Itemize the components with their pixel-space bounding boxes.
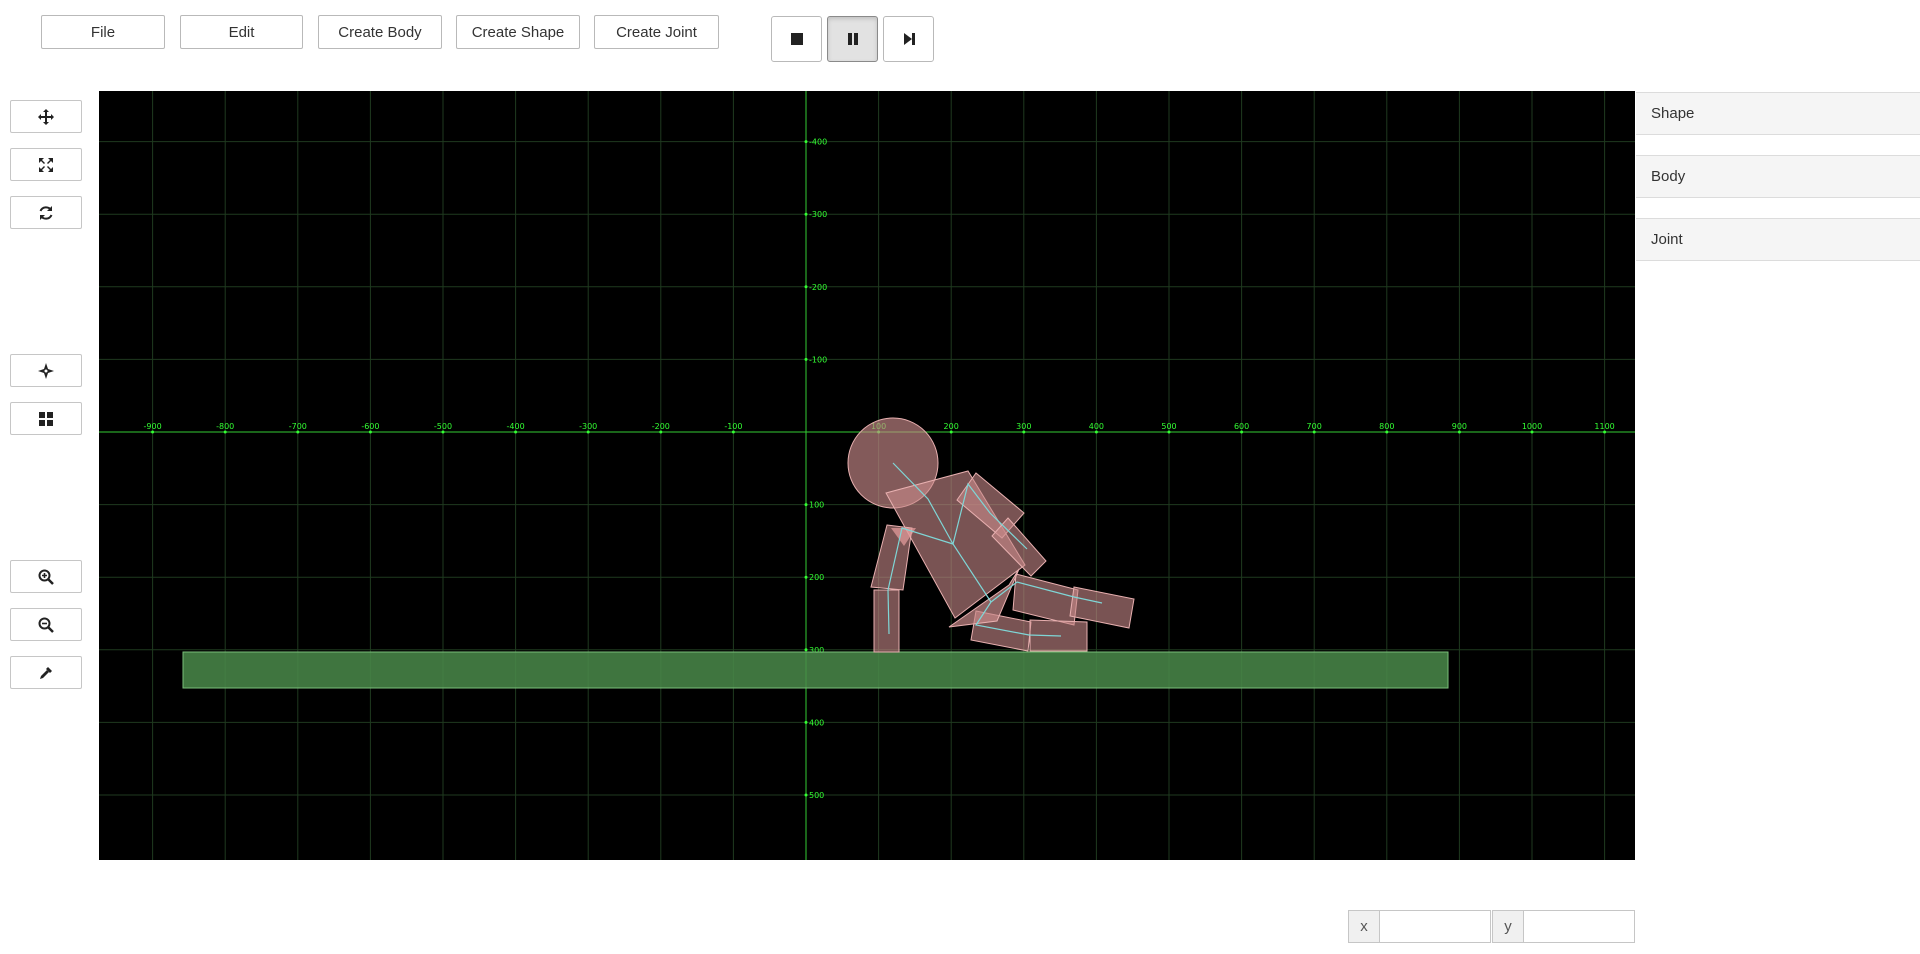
step-forward-icon (903, 33, 915, 45)
y-tick-mark (804, 793, 808, 797)
x-tick-label: 700 (1307, 422, 1322, 431)
x-tick-mark (731, 430, 735, 434)
y-tick-label: 400 (809, 718, 824, 727)
pause-icon (847, 33, 858, 45)
zoom-out-icon (38, 617, 54, 633)
x-tick-mark (368, 430, 372, 434)
x-tick-mark (1385, 430, 1389, 434)
x-tick-mark (1457, 430, 1461, 434)
center-tool-button[interactable] (10, 354, 82, 387)
y-tick-mark (804, 357, 808, 361)
x-tick-mark (1094, 430, 1098, 434)
x-tick-mark (586, 430, 590, 434)
y-tick-mark (804, 140, 808, 144)
x-tick-label: 400 (1089, 422, 1104, 431)
create-joint-button[interactable]: Create Joint (594, 15, 719, 49)
create-shape-button[interactable]: Create Shape (456, 15, 580, 49)
x-tick-label: -100 (724, 422, 742, 431)
y-tick-mark (804, 285, 808, 289)
ground-body[interactable] (182, 651, 1449, 689)
x-tick-mark (659, 430, 663, 434)
x-tick-mark (1167, 430, 1171, 434)
fit-view-tool-button[interactable] (10, 148, 82, 181)
x-tick-label: 200 (944, 422, 959, 431)
x-tick-label: 1000 (1522, 422, 1542, 431)
y-tick-mark (804, 212, 808, 216)
body-panel-header[interactable]: Body (1636, 155, 1920, 198)
x-tick-label: 900 (1452, 422, 1467, 431)
stop-icon (790, 33, 803, 45)
grid-icon (39, 411, 53, 426)
pause-button[interactable] (827, 16, 878, 62)
y-coord-label: y (1492, 910, 1524, 943)
x-tick-mark (151, 430, 155, 434)
x-tick-mark (1022, 430, 1026, 434)
x-coord-input[interactable] (1379, 910, 1491, 943)
x-tick-label: 600 (1234, 422, 1249, 431)
eyedropper-tool-button[interactable] (10, 656, 82, 689)
x-tick-mark (949, 430, 953, 434)
move-arrows-icon (38, 108, 54, 125)
x-coord-label: x (1348, 910, 1380, 943)
y-tick-label: 100 (809, 501, 824, 510)
x-tick-label: -900 (144, 422, 162, 431)
x-tick-label: -500 (434, 422, 452, 431)
x-tick-label: -200 (652, 422, 670, 431)
shape-panel-header[interactable]: Shape (1636, 92, 1920, 135)
y-tick-mark (804, 575, 808, 579)
y-tick-mark (804, 648, 808, 652)
ragdoll-thigh[interactable] (1012, 573, 1079, 626)
edit-menu-button[interactable]: Edit (180, 15, 303, 49)
x-tick-label: -400 (507, 422, 525, 431)
joint-panel-header[interactable]: Joint (1636, 218, 1920, 261)
y-tick-label: -400 (809, 138, 827, 147)
zoom-in-icon (38, 569, 54, 585)
x-tick-label: 500 (1161, 422, 1176, 431)
y-tick-label: -200 (809, 283, 827, 292)
reset-tool-button[interactable] (10, 196, 82, 229)
x-tick-label: -700 (289, 422, 307, 431)
file-menu-button[interactable]: File (41, 15, 165, 49)
physics-canvas[interactable]: -900 -800 -700 -600 -500 -400 -300 -200 -100 100 2… (99, 91, 1635, 860)
y-tick-label: -300 (809, 210, 827, 219)
x-tick-label: -600 (361, 422, 379, 431)
create-body-button[interactable]: Create Body (318, 15, 442, 49)
y-axis-ticks: -400-300-200-100100200300400500 (804, 138, 827, 800)
crosshair-icon (38, 362, 54, 379)
scene-svg[interactable]: -900 -800 -700 -600 -500 -400 -300 -200 -100 100 2… (99, 91, 1635, 860)
refresh-icon (39, 205, 53, 220)
move-tool-button[interactable] (10, 100, 82, 133)
x-tick-mark (514, 430, 518, 434)
x-tick-mark (296, 430, 300, 434)
y-tick-label: -100 (809, 355, 827, 364)
x-tick-mark (1240, 430, 1244, 434)
x-tick-label: 1100 (1594, 422, 1614, 431)
x-tick-label: -800 (216, 422, 234, 431)
y-tick-label: 200 (809, 573, 824, 582)
y-coord-input[interactable] (1523, 910, 1635, 943)
eyedropper-icon (40, 666, 52, 679)
step-forward-button[interactable] (883, 16, 934, 62)
x-tick-label: 800 (1379, 422, 1394, 431)
y-tick-mark (804, 720, 808, 724)
stop-button[interactable] (771, 16, 822, 62)
expand-icon (39, 157, 53, 172)
x-tick-label: 300 (1016, 422, 1031, 431)
y-tick-mark (804, 503, 808, 507)
x-tick-mark (1603, 430, 1607, 434)
x-tick-label: -300 (579, 422, 597, 431)
ragdoll-forearm-back[interactable] (873, 589, 900, 653)
zoom-out-tool-button[interactable] (10, 608, 82, 641)
ragdoll-figure[interactable] (847, 417, 1135, 653)
x-tick-mark (441, 430, 445, 434)
zoom-in-tool-button[interactable] (10, 560, 82, 593)
x-tick-mark (1312, 430, 1316, 434)
x-tick-mark (223, 430, 227, 434)
y-tick-label: 500 (809, 791, 824, 800)
x-tick-mark (1530, 430, 1534, 434)
grid-tool-button[interactable] (10, 402, 82, 435)
